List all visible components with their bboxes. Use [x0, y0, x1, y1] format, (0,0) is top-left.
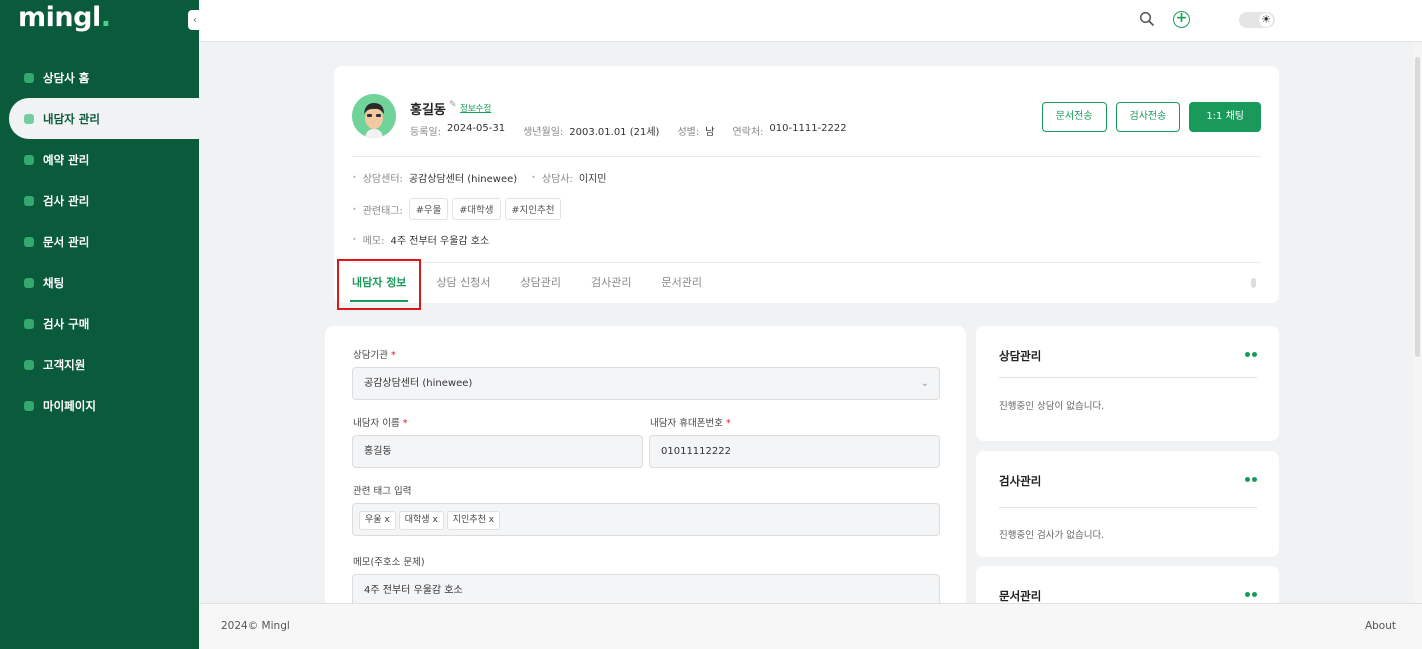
sidebar: mingl. 상담사 홈 내담자 관리 예약 관리 검사 관리 문서 관리 채팅… [0, 0, 199, 649]
support-icon [22, 359, 36, 371]
scrollbar-thumb [1251, 278, 1256, 288]
memo-row: • 메모: 4주 전부터 우울감 호소 [352, 235, 490, 247]
tag-chip: #대학생 [452, 198, 501, 220]
tag-chip[interactable]: 지인추천 x [446, 511, 501, 530]
document-icon [22, 236, 36, 248]
app-logo[interactable]: mingl. [18, 2, 111, 33]
client-name: 홍길동 [410, 103, 446, 118]
sidebar-item-home[interactable]: 상담사 홈 [0, 57, 199, 98]
more-icon[interactable] [1245, 352, 1257, 358]
calendar-icon [22, 154, 36, 166]
home-icon [22, 72, 36, 84]
tag-chip: #우울 [408, 198, 449, 220]
theme-toggle[interactable]: ☀ [1239, 12, 1275, 28]
page-scrollbar[interactable] [1413, 43, 1422, 603]
tag-chip[interactable]: 대학생 x [398, 511, 444, 530]
tab-documents[interactable]: 문서관리 [662, 266, 702, 303]
add-icon[interactable]: + [1173, 11, 1190, 28]
profile-icon [22, 400, 36, 412]
bullet-icon: • [352, 204, 357, 214]
client-profile-card: 홍길동 ✎ 정보수정 등록일: 2024-05-31 생년월일: 2003.01.0… [334, 66, 1279, 303]
tag-chip: #지인추천 [504, 198, 562, 220]
name-label: 내담자 이름 * [353, 418, 408, 429]
card-title: 검사관리 [999, 474, 1042, 488]
client-phone-input[interactable]: 01011112222 [649, 435, 940, 468]
bullet-icon: • [352, 235, 357, 244]
tab-counseling[interactable]: 상담관리 [521, 266, 561, 303]
sidebar-item-purchase[interactable]: 검사 구매 [0, 303, 199, 344]
phone-label: 내담자 휴대폰번호 * [650, 418, 731, 429]
sidebar-item-documents[interactable]: 문서 관리 [0, 221, 199, 262]
divider [352, 262, 1261, 263]
client-name-input[interactable]: 홍길동 [352, 435, 643, 468]
sun-icon: ☀ [1259, 13, 1273, 27]
tab-application[interactable]: 상담 신청서 [436, 266, 490, 303]
sidebar-item-support[interactable]: 고객지원 [0, 344, 199, 385]
test-card: 검사관리 진행중인 검사가 없습니다. [976, 451, 1279, 557]
search-icon[interactable] [1139, 11, 1155, 27]
client-info-form: 상담기관 * 공감상담센터 (hinewee) ⌄ 내담자 이름 * 홍길동 내담자 … [325, 326, 966, 616]
tabs-scrollbar[interactable] [1251, 266, 1257, 300]
sidebar-item-reservations[interactable]: 예약 관리 [0, 139, 199, 180]
memo-label: 메모(주호소 문제) [353, 557, 425, 568]
tag-chip[interactable]: 우울 x [359, 511, 396, 530]
edit-icon: ✎ [449, 100, 457, 110]
more-icon[interactable] [1245, 592, 1257, 598]
chat-button[interactable]: 1:1 채팅 [1189, 102, 1261, 132]
avatar [352, 94, 396, 138]
empty-text: 진행중인 검사가 없습니다. [999, 530, 1105, 541]
card-title: 상담관리 [999, 349, 1042, 363]
divider [999, 507, 1257, 508]
cart-icon [22, 318, 36, 330]
avatar-face-icon [352, 94, 396, 138]
topbar: + ☀ [199, 0, 1422, 42]
card-title: 문서관리 [999, 589, 1042, 603]
chevron-down-icon: ⌄ [920, 378, 929, 389]
chat-icon [22, 277, 36, 289]
send-document-button[interactable]: 문서전송 [1041, 102, 1107, 132]
sidebar-item-chat[interactable]: 채팅 [0, 262, 199, 303]
tag-input[interactable]: 우울 x 대학생 x 지인추천 x [352, 503, 940, 536]
tab-tests[interactable]: 검사관리 [591, 266, 631, 303]
sidebar-item-mypage[interactable]: 마이페이지 [0, 385, 199, 426]
divider [352, 156, 1261, 157]
bullet-icon: • [531, 173, 536, 182]
scrollbar-thumb[interactable] [1415, 57, 1420, 357]
chevron-left-icon: ‹ [192, 13, 198, 26]
footer: 2024© Mingl About [199, 603, 1422, 649]
profile-actions: 문서전송 검사전송 1:1 채팅 [1041, 102, 1261, 132]
copyright: 2024© Mingl [221, 620, 290, 632]
bullet-icon: • [352, 173, 357, 182]
send-test-button[interactable]: 검사전송 [1115, 102, 1181, 132]
counseling-card: 상담관리 진행중인 상담이 없습니다. [976, 326, 1279, 441]
sidebar-item-clients[interactable]: 내담자 관리 [9, 98, 199, 139]
agency-label: 상담기관 * [353, 350, 396, 361]
empty-text: 진행중인 상담이 없습니다. [999, 401, 1105, 412]
user-icon [22, 113, 36, 125]
sidebar-nav: 상담사 홈 내담자 관리 예약 관리 검사 관리 문서 관리 채팅 검사 구매 … [0, 57, 199, 426]
highlight-box [337, 259, 421, 310]
center-row: • 상담센터: 공감상담센터 (hinewee) • 상담사: 이지민 [352, 173, 607, 185]
tags-row: • 관련태그: #우울 #대학생 #지인추천 [352, 198, 565, 220]
more-icon[interactable] [1245, 477, 1257, 483]
agency-select[interactable]: 공감상담센터 (hinewee) ⌄ [352, 367, 940, 400]
sidebar-item-tests[interactable]: 검사 관리 [0, 180, 199, 221]
test-icon [22, 195, 36, 207]
client-meta: 등록일: 2024-05-31 생년월일: 2003.01.01 (21세) 성별:… [410, 123, 847, 138]
tag-input-label: 관련 태그 입력 [353, 486, 412, 497]
about-link[interactable]: About [1365, 620, 1396, 632]
edit-info-link[interactable]: 정보수정 [460, 102, 491, 114]
divider [999, 377, 1257, 378]
